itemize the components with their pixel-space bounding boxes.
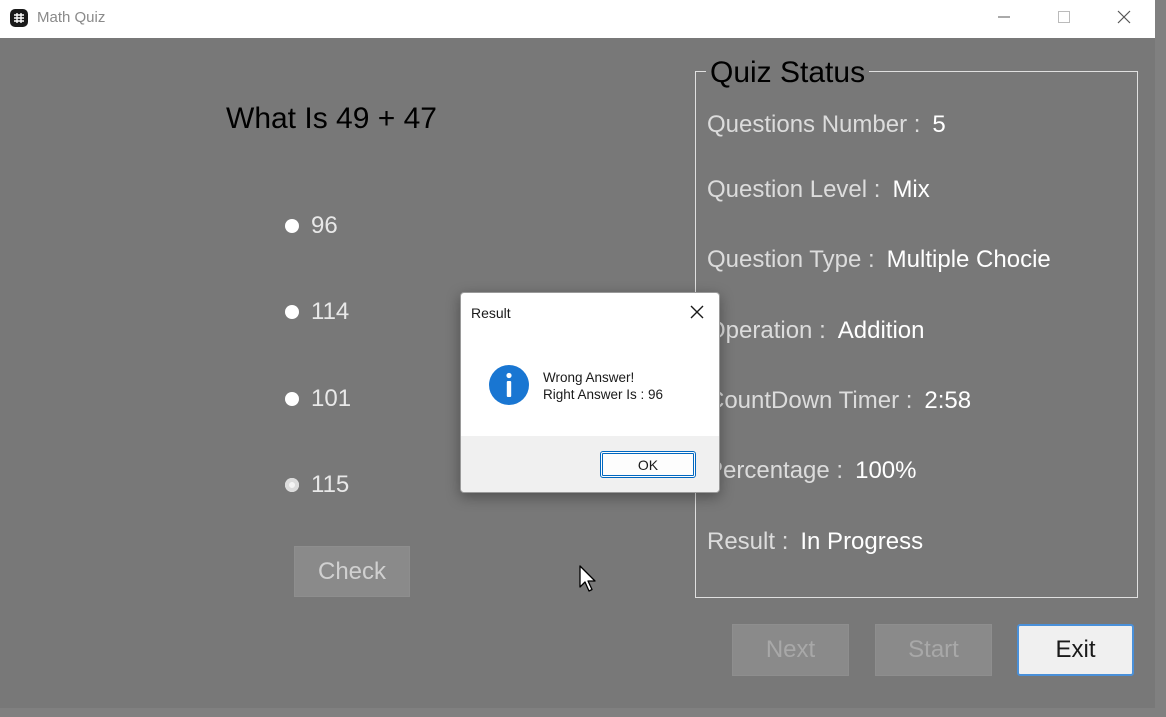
status-value: 5 (932, 111, 946, 138)
status-label: CountDown Timer : (707, 387, 913, 414)
close-button[interactable] (1094, 0, 1154, 34)
maximize-icon (1058, 11, 1070, 23)
radio-button[interactable] (285, 392, 299, 406)
radio-button-selected[interactable] (285, 478, 299, 492)
option-115[interactable]: 115 (285, 471, 349, 499)
minimize-button[interactable] (974, 0, 1034, 34)
dialog-message: Wrong Answer! Right Answer Is : 96 (543, 369, 663, 403)
status-result: Result : In Progress (707, 528, 923, 556)
option-label: 96 (311, 212, 338, 239)
status-value: 100% (855, 457, 917, 484)
status-label: Question Type : (707, 246, 875, 273)
status-value: Multiple Chocie (886, 246, 1051, 273)
status-value: In Progress (800, 528, 924, 555)
status-label: Question Level : (707, 176, 881, 203)
status-countdown-timer: CountDown Timer : 2:58 (707, 387, 971, 415)
dialog-message-line2: Right Answer Is : 96 (543, 387, 664, 402)
minimize-icon (998, 16, 1010, 18)
question-text: What Is 49 + 47 (226, 102, 437, 135)
status-value: Addition (837, 317, 925, 344)
close-icon (1117, 10, 1131, 24)
close-icon[interactable] (687, 302, 707, 322)
option-label: 115 (311, 471, 350, 498)
status-question-type: Question Type : Multiple Chocie (707, 246, 1051, 274)
status-question-level: Question Level : Mix (707, 176, 930, 204)
radio-button[interactable] (285, 305, 299, 319)
quiz-status-title: Quiz Status (706, 56, 870, 90)
option-114[interactable]: 114 (285, 298, 349, 326)
option-label: 114 (311, 298, 350, 325)
app-icon (10, 9, 28, 27)
option-96[interactable]: 96 (285, 212, 338, 240)
start-button[interactable]: Start (875, 624, 992, 676)
check-button[interactable]: Check (294, 546, 410, 597)
status-label: Result : (707, 528, 789, 555)
dialog-message-line1: Wrong Answer! (543, 370, 635, 385)
status-questions-number: Questions Number : 5 (707, 111, 946, 139)
radio-button[interactable] (285, 219, 299, 233)
info-icon (489, 365, 529, 405)
status-label: Operation : (707, 317, 826, 344)
next-button[interactable]: Next (732, 624, 849, 676)
status-operation: Operation : Addition (707, 317, 924, 345)
title-bar: Math Quiz (0, 0, 1155, 38)
status-label: Percentage : (707, 457, 844, 484)
dialog-title: Result (471, 305, 511, 321)
mouse-cursor-icon (579, 565, 596, 592)
status-percentage: Percentage : 100% (707, 457, 916, 485)
option-101[interactable]: 101 (285, 385, 351, 413)
dialog-footer: OK (461, 436, 719, 492)
ok-button[interactable]: OK (600, 451, 696, 478)
option-label: 101 (311, 385, 352, 412)
result-dialog: Result Wrong Answer! Right Answer Is : 9… (460, 292, 720, 493)
status-value: 2:58 (924, 387, 972, 414)
window-title: Math Quiz (37, 9, 106, 26)
exit-button[interactable]: Exit (1017, 624, 1134, 676)
status-label: Questions Number : (707, 111, 921, 138)
status-value: Mix (892, 176, 930, 203)
maximize-button[interactable] (1034, 0, 1094, 34)
